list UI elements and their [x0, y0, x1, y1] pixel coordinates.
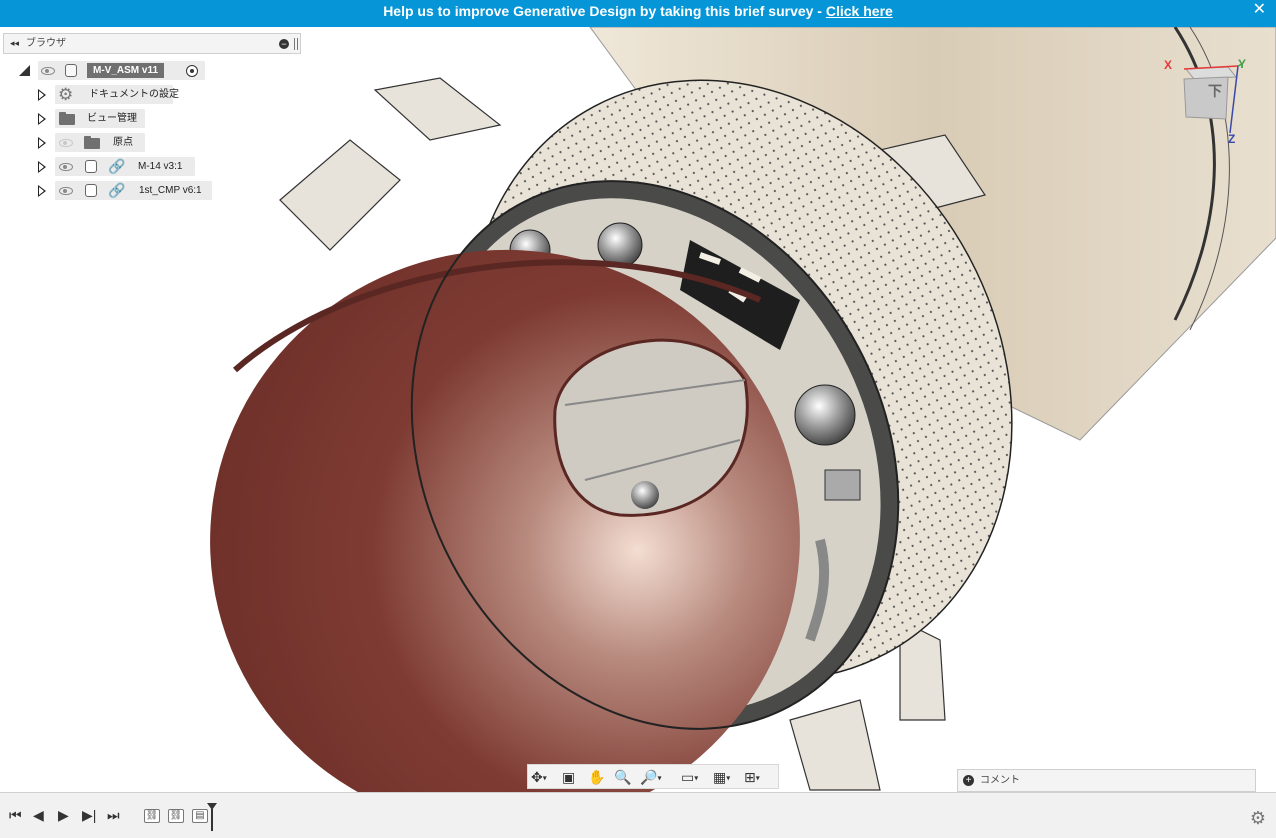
folder-icon [84, 136, 100, 149]
eye-icon[interactable] [59, 187, 73, 195]
tree-item-label: 原点 [113, 137, 133, 148]
timeline-marker-icon[interactable] [207, 803, 217, 831]
resize-grip-icon[interactable] [294, 38, 298, 50]
expand-arrow-icon[interactable] [38, 161, 46, 173]
expand-arrow-icon[interactable] [38, 185, 46, 197]
add-comment-button[interactable]: + [963, 775, 974, 786]
tree-item-label: M-14 v3:1 [138, 161, 183, 172]
component-icon [85, 184, 97, 197]
eye-icon[interactable] [59, 163, 73, 171]
expand-arrow-icon[interactable] [38, 113, 46, 125]
collapse-browser-button[interactable]: ◂◂ [10, 34, 19, 53]
tree-item-m14[interactable]: 🔗 M-14 v3:1 [0, 157, 260, 177]
go-to-start-icon[interactable]: ⏮ [9, 807, 22, 823]
collapse-arrow-icon[interactable] [19, 65, 30, 76]
link-icon: 🔗 [108, 182, 126, 198]
tree-root-row[interactable]: M-V_ASM v11 [0, 61, 260, 81]
tree-item-label: 1st_CMP v6:1 [139, 185, 202, 196]
display-settings-icon[interactable]: ▭▾ [681, 768, 698, 786]
activate-radio-icon[interactable] [186, 65, 198, 77]
component-feature-icon[interactable]: ⛓ [144, 809, 160, 823]
root-component-label[interactable]: M-V_ASM v11 [87, 63, 165, 78]
fit-icon[interactable]: 🔎▾ [640, 768, 661, 786]
minimize-browser-button[interactable]: − [279, 39, 289, 49]
component-icon [65, 64, 77, 77]
browser-panel-header: ◂◂ ブラウザ − [3, 33, 301, 54]
timeline-bar: ⏮ ◀ ▶ ▶| ⏭ ⛓ ⛓ ▤ ⚙ [0, 792, 1276, 838]
timeline-settings-gear-icon[interactable]: ⚙ [1250, 808, 1266, 829]
step-back-icon[interactable]: ◀ [33, 807, 44, 823]
orbit-icon[interactable]: ✥▾ [531, 768, 547, 786]
browser-title: ブラウザ [26, 38, 66, 49]
tree-item-label: ドキュメントの設定 [89, 89, 179, 100]
navigation-toolbar: ✥▾ ▣ ✋ 🔍 🔎▾ ▭▾ ▦▾ ⊞▾ [527, 764, 779, 789]
zoom-icon[interactable]: 🔍 [614, 768, 631, 786]
survey-banner: Help us to improve Generative Design by … [0, 0, 1276, 27]
hidden-eye-icon[interactable] [59, 139, 73, 147]
tree-item-label: ビュー管理 [87, 113, 137, 124]
pan-icon[interactable]: ✋ [588, 768, 605, 786]
tree-item-document-settings[interactable]: ⚙ ドキュメントの設定 [0, 85, 260, 105]
look-at-icon[interactable]: ▣ [562, 768, 575, 786]
viewcube-face-label: 下 [1208, 83, 1222, 99]
y-axis-label: Y [1238, 57, 1247, 71]
folder-icon [59, 112, 75, 125]
viewcube-graphic [1183, 63, 1243, 134]
component-feature-icon[interactable]: ▤ [192, 809, 208, 823]
component-icon [85, 160, 97, 173]
x-axis-label: X [1164, 58, 1173, 72]
tree-item-view-management[interactable]: ビュー管理 [0, 109, 260, 129]
z-axis-label: Z [1228, 132, 1236, 146]
eye-icon[interactable] [41, 67, 55, 75]
survey-link[interactable]: Click here [826, 3, 893, 19]
viewports-icon[interactable]: ⊞▾ [744, 768, 760, 786]
play-icon[interactable]: ▶ [58, 807, 69, 823]
tree-item-origin[interactable]: 原点 [0, 133, 260, 153]
gear-icon: ⚙ [58, 85, 74, 104]
close-banner-button[interactable]: ✕ [1253, 0, 1266, 20]
link-icon: 🔗 [108, 158, 126, 174]
banner-message: Help us to improve Generative Design by … [383, 3, 826, 19]
expand-arrow-icon[interactable] [38, 137, 46, 149]
component-feature-icon[interactable]: ⛓ [168, 809, 184, 823]
expand-arrow-icon[interactable] [38, 89, 46, 101]
viewcube[interactable]: 下 X Y Z [1158, 57, 1253, 152]
tree-item-1st-cmp[interactable]: 🔗 1st_CMP v6:1 [0, 181, 260, 201]
grid-settings-icon[interactable]: ▦▾ [713, 768, 730, 786]
comments-title: コメント [980, 775, 1020, 786]
step-forward-icon[interactable]: ▶| [82, 807, 96, 823]
go-to-end-icon[interactable]: ⏭ [107, 807, 120, 823]
comments-panel: + コメント [957, 769, 1256, 792]
